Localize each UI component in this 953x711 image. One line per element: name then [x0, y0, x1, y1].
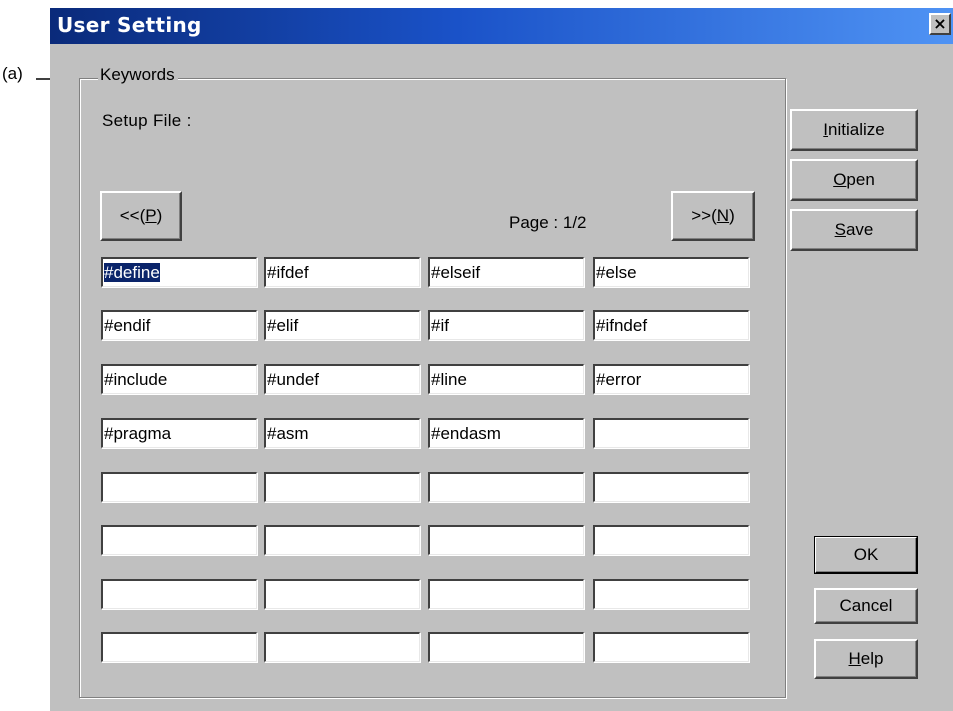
keyword-field[interactable]: [101, 472, 257, 502]
keyword-field[interactable]: #if: [428, 310, 584, 340]
prev-page-button[interactable]: <<(P): [100, 191, 182, 241]
keyword-field[interactable]: [264, 579, 420, 609]
annotation-label: (a): [2, 64, 23, 83]
keyword-value: #endif: [104, 316, 151, 335]
keyword-field[interactable]: [593, 418, 749, 448]
page-indicator: Page : 1/2: [509, 213, 587, 232]
keyword-field[interactable]: #endif: [101, 310, 257, 340]
keyword-field[interactable]: #elseif: [428, 257, 584, 287]
keyword-field[interactable]: [593, 579, 749, 609]
help-mnemonic: H: [848, 649, 861, 668]
next-page-mnemonic: N: [716, 206, 730, 225]
open-button[interactable]: Open: [790, 159, 918, 201]
title-bar[interactable]: User Setting ×: [50, 8, 953, 44]
user-setting-dialog: User Setting × Keywords Setup File : <<(…: [50, 8, 953, 711]
keyword-value: #error: [596, 370, 642, 389]
prev-page-suffix: ): [156, 206, 163, 225]
keyword-value: #if: [431, 316, 449, 335]
keyword-field[interactable]: [593, 632, 749, 662]
keyword-field[interactable]: #else: [593, 257, 749, 287]
keyword-field[interactable]: [428, 579, 584, 609]
keyword-value: #ifndef: [596, 316, 648, 335]
next-page-suffix: ): [729, 206, 735, 225]
keyword-field[interactable]: #elif: [264, 310, 420, 340]
keyword-value: #ifdef: [267, 263, 309, 282]
setup-file-label: Setup File :: [102, 111, 192, 130]
keyword-value: #asm: [267, 424, 309, 443]
keyword-field[interactable]: [101, 525, 257, 555]
initialize-label: nitialize: [828, 120, 885, 139]
window-title: User Setting: [57, 13, 202, 37]
keyword-value: #include: [104, 370, 168, 389]
keyword-field[interactable]: #ifndef: [593, 310, 749, 340]
ok-button[interactable]: OK: [814, 536, 918, 574]
keyword-value: #else: [596, 263, 637, 282]
keyword-field[interactable]: #include: [101, 364, 257, 394]
close-icon[interactable]: ×: [929, 13, 951, 35]
help-label: elp: [860, 649, 884, 668]
keyword-field[interactable]: [101, 579, 257, 609]
initialize-button[interactable]: Initialize: [790, 109, 918, 151]
keyword-field[interactable]: [428, 632, 584, 662]
keyword-value: #elseif: [431, 263, 481, 282]
prev-page-text: <<(: [119, 206, 146, 225]
keyword-value: #elif: [267, 316, 299, 335]
keyword-field[interactable]: [593, 525, 749, 555]
save-button[interactable]: Save: [790, 209, 918, 251]
keyword-value: #pragma: [104, 424, 172, 443]
keyword-field[interactable]: [264, 525, 420, 555]
keywords-legend: Keywords: [98, 65, 178, 85]
keyword-field[interactable]: #pragma: [101, 418, 257, 448]
open-label: pen: [846, 170, 875, 189]
save-label: ave: [845, 220, 874, 239]
keyword-field[interactable]: [428, 472, 584, 502]
next-page-button[interactable]: >>(N): [671, 191, 755, 241]
keyword-field[interactable]: #undef: [264, 364, 420, 394]
keyword-field[interactable]: [264, 472, 420, 502]
keyword-field[interactable]: #endasm: [428, 418, 584, 448]
keyword-value: #undef: [267, 370, 319, 389]
keyword-field[interactable]: [101, 632, 257, 662]
keyword-value: #define: [104, 263, 160, 282]
keyword-field[interactable]: [593, 472, 749, 502]
keyword-field[interactable]: #ifdef: [264, 257, 420, 287]
open-mnemonic: O: [833, 170, 847, 189]
keyword-field[interactable]: [428, 525, 584, 555]
next-page-text: >>(: [691, 206, 717, 225]
help-button[interactable]: Help: [814, 639, 918, 679]
cancel-button[interactable]: Cancel: [814, 588, 918, 624]
keyword-field[interactable]: #asm: [264, 418, 420, 448]
keyword-field[interactable]: #define: [101, 257, 257, 287]
prev-page-mnemonic: P: [145, 206, 157, 225]
keyword-value: #endasm: [431, 424, 501, 443]
save-mnemonic: S: [834, 220, 846, 239]
keyword-field[interactable]: #line: [428, 364, 584, 394]
keyword-field[interactable]: [264, 632, 420, 662]
keyword-field[interactable]: #error: [593, 364, 749, 394]
keyword-value: #line: [431, 370, 467, 389]
